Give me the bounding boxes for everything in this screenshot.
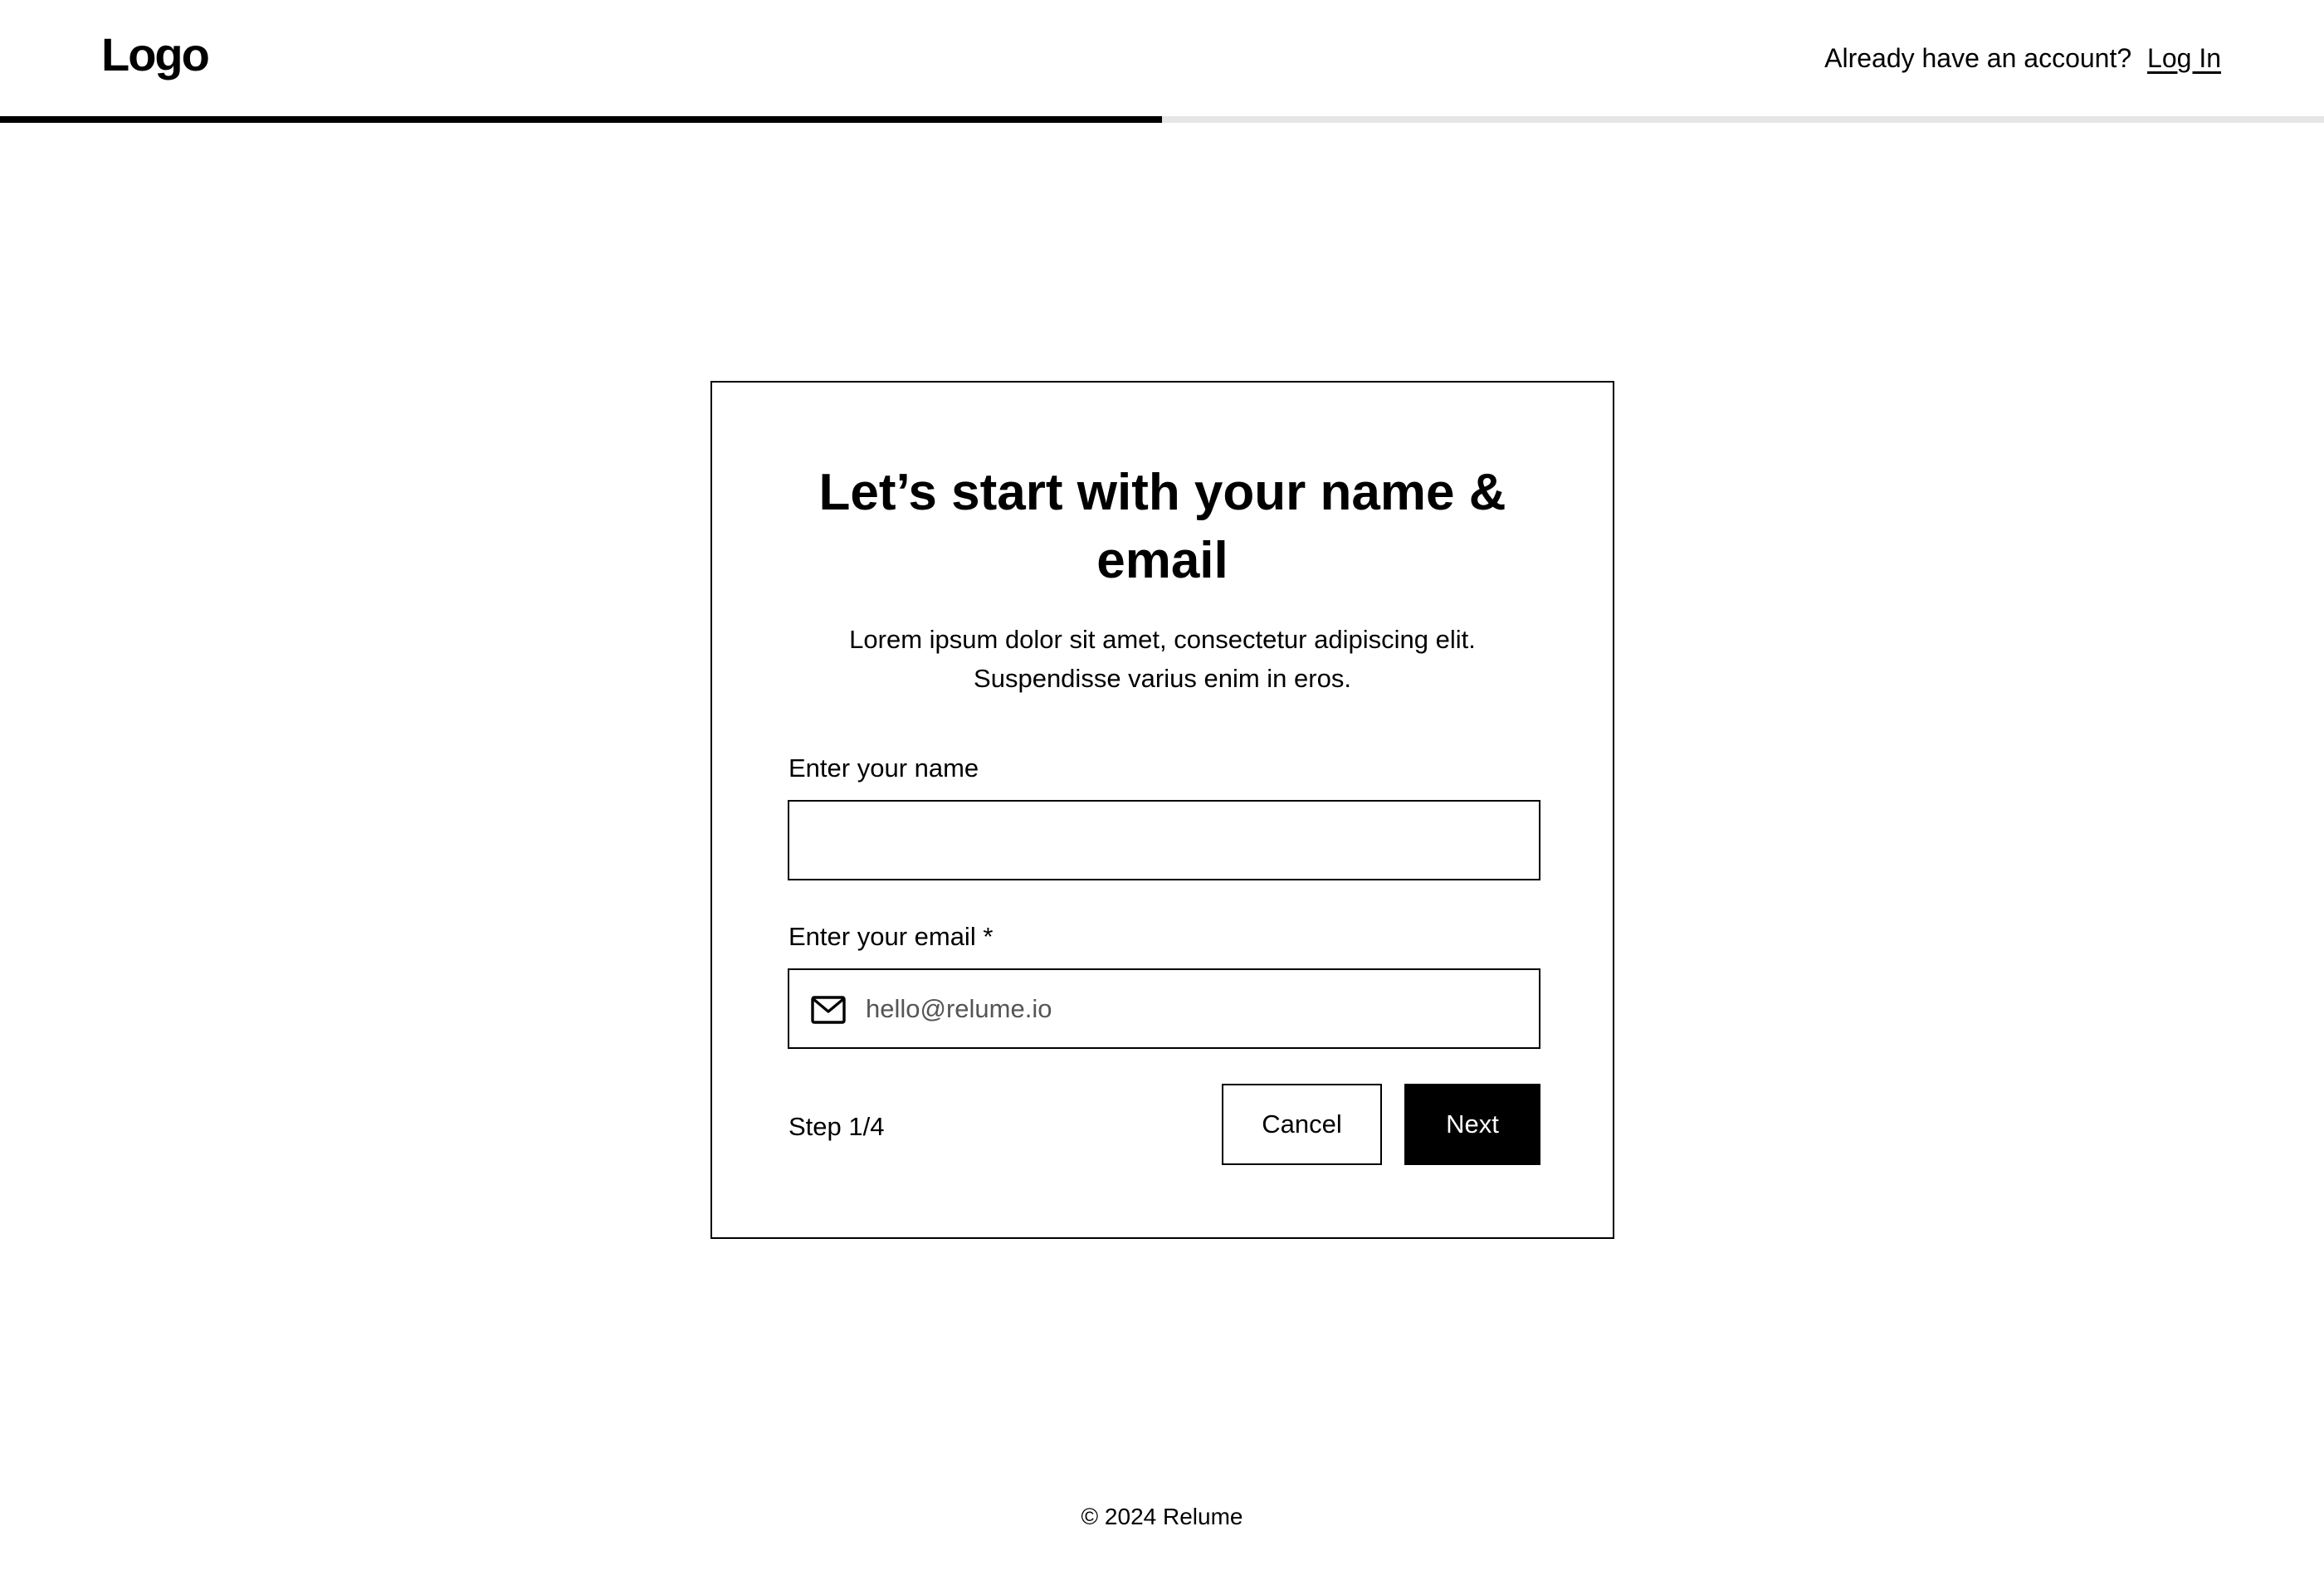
name-input[interactable] xyxy=(789,802,1539,879)
mail-icon xyxy=(811,996,846,1024)
logo[interactable]: Logo xyxy=(101,25,210,85)
signup-page: Logo Already have an account? Log In Let… xyxy=(0,0,2324,1575)
login-prompt-area: Already have an account? Log In xyxy=(1824,38,2221,78)
email-input[interactable] xyxy=(866,970,1539,1047)
top-navbar: Logo Already have an account? Log In xyxy=(0,0,2324,116)
name-field-label: Enter your name xyxy=(788,753,979,783)
footer-copyright: © 2024 Relume xyxy=(1081,1504,1243,1529)
login-link[interactable]: Log In xyxy=(2147,43,2221,73)
progress-bar-fill xyxy=(0,116,1162,123)
email-field-label: Enter your email * xyxy=(788,922,994,951)
progress-bar xyxy=(0,116,2324,123)
next-button[interactable]: Next xyxy=(1404,1084,1540,1165)
signup-card: Let’s start with your name & email Lorem… xyxy=(710,381,1614,1239)
cancel-button[interactable]: Cancel xyxy=(1222,1084,1382,1165)
login-prompt-text: Already have an account? xyxy=(1824,43,2132,73)
step-indicator: Step 1/4 xyxy=(788,1112,885,1141)
card-title: Let’s start with your name & email xyxy=(818,464,1506,589)
name-field-wrapper xyxy=(788,800,1540,880)
card-subtitle: Lorem ipsum dolor sit amet, consectetur … xyxy=(849,625,1476,693)
email-field-wrapper xyxy=(788,968,1540,1049)
